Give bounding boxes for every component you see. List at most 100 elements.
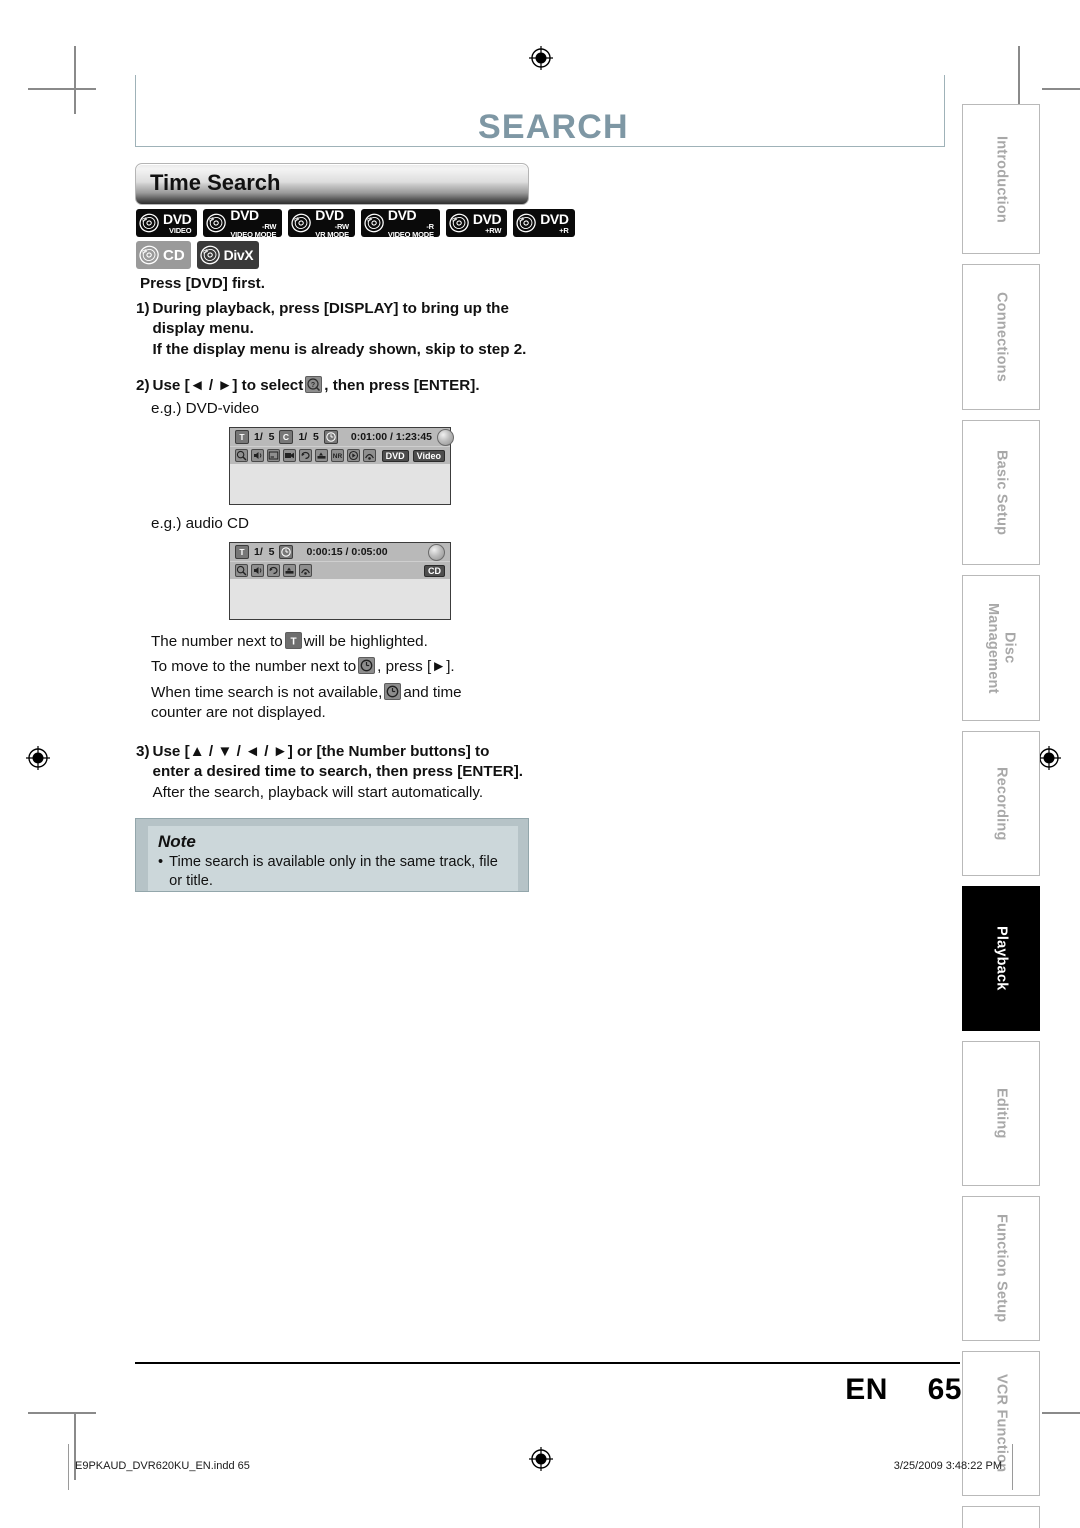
disc-badge-main-label: DivX (223, 247, 254, 263)
disc-badge-dvd-r-video-mode: DVD -R VIDEO MODE (360, 207, 440, 238)
osd-dvd-title-value: 1/ 5 (254, 431, 275, 443)
footer-filename: E9PKAUD_DVR620KU_EN.indd 65 (75, 1460, 250, 1472)
sidebar-tab-playback[interactable]: Playback (962, 886, 1040, 1031)
osd-tag-cd: CD (424, 564, 445, 577)
disc-badge-sub2-label: VIDEO MODE (230, 229, 277, 239)
step-1: 1) During playback, press [DISPLAY] to b… (136, 299, 536, 360)
sidebar-tab-function-setup[interactable]: Function Setup (962, 1196, 1040, 1341)
disc-badge-text: DVD +R (540, 210, 569, 235)
step-3-line-1: Use [▲ / ▼ / ◄ / ►] or [the Number butto… (152, 743, 490, 760)
page-number-value: 65 (927, 1373, 962, 1406)
press-dvd-first-text: Press [DVD] first. (140, 275, 265, 292)
sidebar-tab-label: Disc Management (985, 602, 1018, 694)
footer-timestamp: 3/25/2009 3:48:22 PM (893, 1460, 1002, 1472)
sidebar-tab-introduction[interactable]: Introduction (962, 104, 1040, 254)
page-title: SEARCH (478, 108, 629, 146)
search-icon (235, 449, 248, 462)
osd-display-audio-cd: T 1/ 5 0:00:15 / 0:05:00 CD (229, 542, 451, 620)
note-bullet-icon: • (158, 854, 164, 870)
note-list-item: • Time search is available only in the s… (158, 853, 508, 890)
disc-badge-sub-label: VIDEO (169, 225, 192, 235)
step-1-line-2: display menu. (152, 320, 254, 338)
sidebar-tab-label: Recording (993, 766, 1010, 841)
registration-mark-top (529, 46, 553, 70)
registration-mark-left (26, 746, 50, 770)
search-icon (235, 564, 248, 577)
step-3-line-2: enter a desired time to search, then pre… (152, 763, 524, 781)
disc-badge-dvd-plus-rw: DVD +RW (445, 209, 508, 237)
osd-dvd-disc-knob-icon (437, 428, 455, 446)
svg-text:T: T (239, 547, 245, 557)
osd-cd-track-value: 1/ 5 (254, 546, 275, 558)
angle-icon (283, 449, 296, 462)
surround-icon (299, 564, 312, 577)
footer-rule-left (68, 1444, 69, 1490)
move-number-suffix: , press [►]. (377, 658, 455, 675)
repeat-icon (267, 564, 280, 577)
step-3-number: 3) (136, 743, 150, 760)
clock-chip-icon (323, 430, 338, 444)
audio-icon (251, 564, 264, 577)
disc-badge-main-label: CD (163, 246, 185, 264)
note-box-inner: Note • Time search is available only in … (148, 826, 518, 891)
svg-text:C: C (283, 432, 289, 442)
disc-badge-main-label: DVD (387, 207, 417, 223)
svg-text:T: T (239, 432, 245, 442)
sidebar-tab-label: Introduction (993, 135, 1010, 223)
example-label-dvd-video: e.g.) DVD-video (151, 400, 260, 417)
surround-icon (363, 449, 376, 462)
osd-dvd-time: 0:01:00 / 1:23:45 (350, 431, 433, 443)
step-3-line-3: After the search, playback will start au… (152, 783, 484, 801)
osd-dvd-info-row: T 1/ 5 C 1/ 5 0:01:00 / 1:23:45 (230, 428, 455, 447)
clock-chip-icon (384, 683, 402, 700)
step-3-body: Use [▲ / ▼ / ◄ / ►] or [the Number butto… (153, 742, 524, 803)
subtitle-icon (267, 449, 280, 462)
section-title: Time Search (150, 170, 281, 195)
page-number: EN 65 (845, 1373, 962, 1407)
sidebar-tab-editing[interactable]: Editing (962, 1041, 1040, 1186)
sidebar-index-tabs: Introduction Connections Basic Setup Disc Ma… (962, 104, 1040, 1528)
title-chip-icon: T (284, 632, 302, 649)
crop-mark-top-left-horizontal (28, 88, 96, 90)
sidebar-tab-connections[interactable]: Connections (962, 264, 1040, 410)
move-number-prefix: To move to the number next to (151, 658, 357, 675)
sidebar-tab-label: Editing (993, 1088, 1010, 1139)
disc-badge-main-label: DVD (163, 210, 192, 227)
footer-rule-right (1012, 1444, 1013, 1490)
disc-badge-dvd-plus-r: DVD +R (513, 209, 575, 237)
step-2-body: Use [◄ / ►] to select? , then press [ENTE… (153, 376, 480, 396)
registration-mark-bottom (529, 1447, 553, 1471)
sidebar-tab-others[interactable]: Others (962, 1506, 1040, 1528)
playmode-icon (347, 449, 360, 462)
disc-badge-text: DVD VIDEO (163, 210, 192, 235)
osd-dvd-tags: DVD Video (381, 449, 445, 462)
step-1-line-3: If the display menu is already shown, sk… (152, 340, 527, 358)
step-1-line-1: During playback, press [DISPLAY] to brin… (152, 300, 509, 317)
sidebar-tab-basic-setup[interactable]: Basic Setup (962, 420, 1040, 565)
sidebar-tab-recording[interactable]: Recording (962, 731, 1040, 876)
highlight-explanation-line: The number next to Twill be highlighted. (151, 632, 428, 652)
note-text: Time search is available only in the sam… (169, 854, 498, 889)
sidebar-tab-vcr-function[interactable]: VCR Function (962, 1351, 1040, 1496)
disc-badge-main-label: DVD (230, 207, 259, 223)
disc-badge-divx: DivX (196, 241, 260, 269)
note-title: Note (158, 832, 196, 851)
page-number-locale: EN (845, 1373, 888, 1406)
osd-tag-video: Video (412, 449, 445, 462)
disc-compatibility-row-2: CD DivX (136, 241, 260, 269)
sidebar-tab-disc-management[interactable]: Disc Management (962, 575, 1040, 721)
highlight-explanation-prefix: The number next to (151, 633, 283, 650)
clock-chip-icon (358, 657, 376, 674)
step-2-number: 2) (136, 377, 150, 394)
osd-cd-tags: CD (424, 564, 445, 577)
osd-tag-dvd: DVD (381, 449, 409, 462)
disc-badge-main-label: DVD (540, 210, 569, 227)
svg-text:T: T (290, 637, 296, 648)
note-box: Note • Time search is available only in … (135, 818, 529, 892)
osd-cd-function-row: CD (230, 562, 450, 579)
svg-text:NR: NR (333, 453, 343, 460)
step-3: 3) Use [▲ / ▼ / ◄ / ►] or [the Number bu… (136, 742, 546, 803)
step-1-number: 1) (136, 300, 150, 317)
sidebar-tab-label: Function Setup (993, 1214, 1010, 1323)
disc-compatibility-row-1: DVD VIDEO DVD -RW VIDEO MODE DVD -RW VR MODE DVD… (136, 207, 575, 239)
